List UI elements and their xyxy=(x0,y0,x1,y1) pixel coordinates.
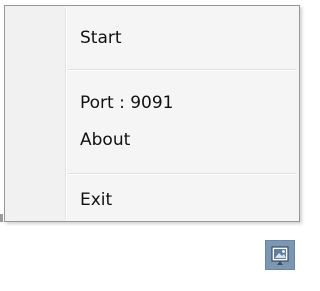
menu-item-port[interactable]: Port : 9091 xyxy=(5,87,299,119)
menu-separator xyxy=(68,173,296,175)
menu-item-about[interactable]: About xyxy=(5,124,299,156)
desktop-area: Start Port : 9091 About Exit xyxy=(0,0,305,291)
menu-separator xyxy=(68,69,296,71)
app-tray-glyph-icon xyxy=(271,246,289,265)
menu-item-label: Port : 9091 xyxy=(80,93,174,113)
menu-item-label: About xyxy=(80,130,131,150)
menu-item-exit[interactable]: Exit xyxy=(5,184,299,216)
menu-item-label: Start xyxy=(80,28,122,48)
app-tray-icon[interactable] xyxy=(265,240,295,270)
background-edge xyxy=(0,214,3,222)
menu-item-start[interactable]: Start xyxy=(5,22,299,54)
tray-context-menu: Start Port : 9091 About Exit xyxy=(4,5,300,222)
menu-item-label: Exit xyxy=(80,190,113,210)
